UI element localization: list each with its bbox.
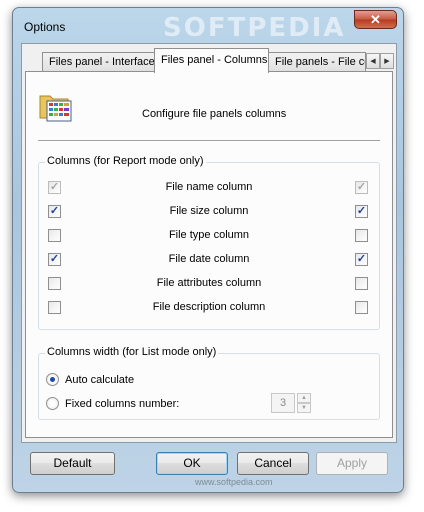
tab-files-panel-columns[interactable]: Files panel - Columns	[154, 48, 269, 73]
columns-group: Columns (for Report mode only) ✓ File na…	[38, 155, 380, 330]
tab-file-panels-file-colors[interactable]: File panels - File colo	[268, 52, 366, 72]
footer-watermark: www.softpedia.com	[195, 477, 273, 487]
columns-group-title: Columns (for Report mode only)	[45, 155, 206, 167]
fixed-columns-input[interactable]: 3	[271, 393, 295, 413]
row-label-file-attributes: File attributes column	[156, 277, 262, 289]
spin-up-icon: ▲	[301, 395, 307, 401]
row-label-file-name: File name column	[165, 181, 253, 193]
options-window: Options SOFTPEDIA ✕ Files panel - Interf…	[12, 7, 404, 493]
left-checkbox-file-name[interactable]: ✓	[48, 181, 61, 194]
dialog-client-area: Files panel - Interface Files panel - Co…	[21, 43, 397, 443]
right-checkbox-file-attributes[interactable]	[355, 277, 368, 290]
right-checkbox-file-type[interactable]	[355, 229, 368, 242]
folder-columns-icon	[39, 95, 72, 122]
left-checkbox-file-size[interactable]: ✓	[48, 205, 61, 218]
row-label-file-date: File date column	[168, 253, 250, 265]
spin-down-button[interactable]: ▼	[297, 403, 311, 413]
close-icon: ✕	[370, 11, 381, 27]
header-description: Configure file panels columns	[142, 108, 287, 120]
fixed-columns-radio[interactable]	[46, 397, 59, 410]
row-label-file-description: File description column	[152, 301, 266, 313]
left-checkbox-file-attributes[interactable]	[48, 277, 61, 290]
watermark-text: SOFTPEDIA	[163, 13, 346, 43]
auto-calculate-radio[interactable]	[46, 373, 59, 386]
close-button[interactable]: ✕	[354, 10, 397, 29]
window-title: Options	[24, 20, 66, 34]
columns-width-group-title: Columns width (for List mode only)	[45, 346, 219, 358]
header-divider	[38, 140, 380, 142]
spin-up-button[interactable]: ▲	[297, 393, 311, 403]
tab-strip: Files panel - Interface Files panel - Co…	[22, 48, 396, 73]
ok-button[interactable]: OK	[156, 452, 228, 475]
spin-down-icon: ▼	[301, 405, 307, 411]
columns-tab-panel: Configure file panels columns Columns (f…	[25, 71, 393, 438]
right-checkbox-file-description[interactable]	[355, 301, 368, 314]
row-label-file-size: File size column	[169, 205, 249, 217]
tab-scroll-left-button[interactable]: ◀	[366, 53, 380, 69]
tab-scroll-right-button[interactable]: ▶	[380, 53, 394, 69]
left-checkbox-file-type[interactable]	[48, 229, 61, 242]
right-checkbox-file-size[interactable]: ✓	[355, 205, 368, 218]
cancel-button[interactable]: Cancel	[237, 452, 309, 475]
default-button[interactable]: Default	[30, 452, 115, 475]
right-checkbox-file-date[interactable]: ✓	[355, 253, 368, 266]
tab-files-panel-interface[interactable]: Files panel - Interface	[42, 52, 155, 72]
auto-calculate-label[interactable]: Auto calculate	[65, 374, 134, 386]
right-checkbox-file-name[interactable]: ✓	[355, 181, 368, 194]
arrow-right-icon: ▶	[384, 58, 390, 65]
apply-button[interactable]: Apply	[316, 452, 388, 475]
row-label-file-type: File type column	[168, 229, 250, 241]
left-checkbox-file-date[interactable]: ✓	[48, 253, 61, 266]
left-checkbox-file-description[interactable]	[48, 301, 61, 314]
fixed-columns-label[interactable]: Fixed columns number:	[65, 398, 179, 410]
columns-width-group: Columns width (for List mode only) Auto …	[38, 346, 380, 420]
arrow-left-icon: ◀	[370, 58, 376, 65]
